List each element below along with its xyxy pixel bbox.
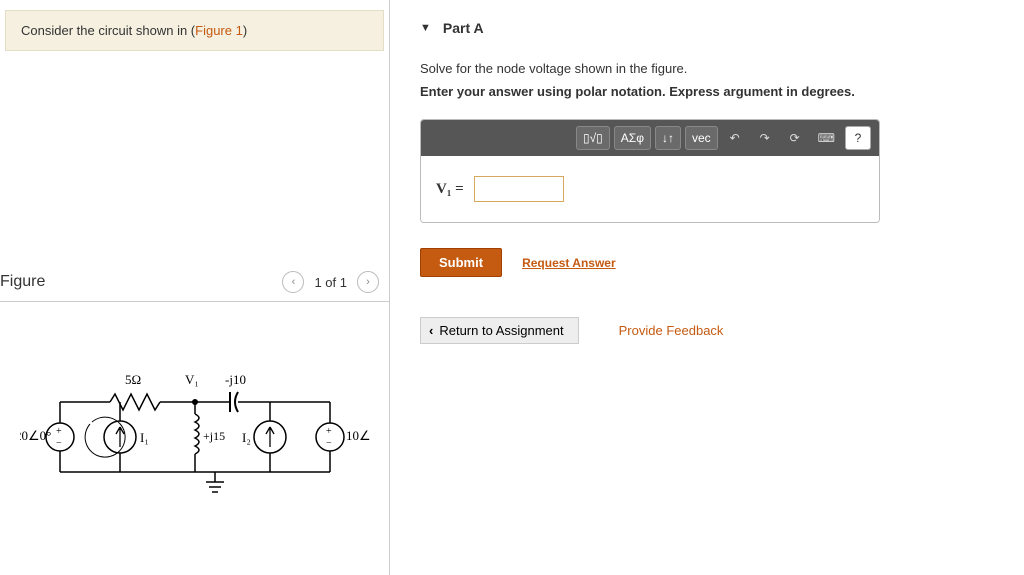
feedback-link[interactable]: Provide Feedback <box>619 323 724 338</box>
figure-prev-button[interactable]: ‹ <box>282 271 304 293</box>
left-panel: Consider the circuit shown in (Figure 1)… <box>0 0 390 575</box>
answer-input[interactable] <box>474 176 564 202</box>
left-source-label: 20∠0° <box>20 428 51 443</box>
figure-nav: ‹ 1 of 1 › <box>282 271 379 293</box>
answer-input-area: V₁ = <box>421 156 879 222</box>
problem-text-after: ) <box>243 23 247 38</box>
reset-button[interactable]: ⟳ <box>782 126 808 150</box>
instruction-text: Solve for the node voltage shown in the … <box>420 61 994 76</box>
chevron-left-icon: ‹ <box>429 323 433 338</box>
greek-button[interactable]: ΑΣφ <box>614 126 651 150</box>
keyboard-button[interactable]: ⌨ <box>812 126 841 150</box>
footer-row: ‹ Return to Assignment Provide Feedback <box>420 317 994 344</box>
redo-button[interactable]: ↷ <box>752 126 778 150</box>
svg-text:−: − <box>56 438 62 449</box>
answer-box: ▯√▯ ΑΣφ ↓↑ vec ↶ ↷ ⟳ ⌨ ? V₁ = <box>420 119 880 223</box>
right-panel: ▼ Part A Solve for the node voltage show… <box>390 0 1024 575</box>
circuit-diagram: 5Ω V₁ -j10 + − 20∠0° <box>0 362 389 515</box>
return-button[interactable]: ‹ Return to Assignment <box>420 317 579 344</box>
vector-button[interactable]: vec <box>685 126 718 150</box>
svg-text:+: + <box>326 426 332 437</box>
part-header[interactable]: ▼ Part A <box>420 20 994 36</box>
template-button[interactable]: ▯√▯ <box>576 126 610 150</box>
caret-down-icon: ▼ <box>420 22 431 34</box>
v1-node-label: V₁ <box>185 372 199 387</box>
request-answer-link[interactable]: Request Answer <box>522 256 616 270</box>
capacitor-label: -j10 <box>225 372 246 387</box>
part-label: Part A <box>443 20 484 36</box>
problem-statement: Consider the circuit shown in (Figure 1) <box>5 10 384 51</box>
right-source-label: 10∠180° <box>346 428 370 443</box>
subscript-button[interactable]: ↓↑ <box>655 126 681 150</box>
figure-count: 1 of 1 <box>314 275 347 290</box>
variable-label: V₁ = <box>436 181 464 198</box>
undo-button[interactable]: ↶ <box>722 126 748 150</box>
svg-text:−: − <box>326 438 332 449</box>
i2-label: I₂ <box>242 430 251 445</box>
svg-text:+: + <box>56 426 62 437</box>
figure-title: Figure <box>0 273 45 291</box>
figure-link[interactable]: Figure 1 <box>195 23 243 38</box>
equation-toolbar: ▯√▯ ΑΣφ ↓↑ vec ↶ ↷ ⟳ ⌨ ? <box>421 120 879 156</box>
submit-button[interactable]: Submit <box>420 248 502 277</box>
figure-next-button[interactable]: › <box>357 271 379 293</box>
inductor-label: +j15 <box>203 429 225 443</box>
figure-header: Figure ‹ 1 of 1 › <box>0 271 389 302</box>
help-button[interactable]: ? <box>845 126 871 150</box>
problem-text-before: Consider the circuit shown in ( <box>21 23 195 38</box>
return-label: Return to Assignment <box>439 323 563 338</box>
i1-label: I₁ <box>140 430 149 445</box>
action-row: Submit Request Answer <box>420 248 994 277</box>
instruction-bold: Enter your answer using polar notation. … <box>420 84 994 99</box>
resistor-label: 5Ω <box>125 372 141 387</box>
